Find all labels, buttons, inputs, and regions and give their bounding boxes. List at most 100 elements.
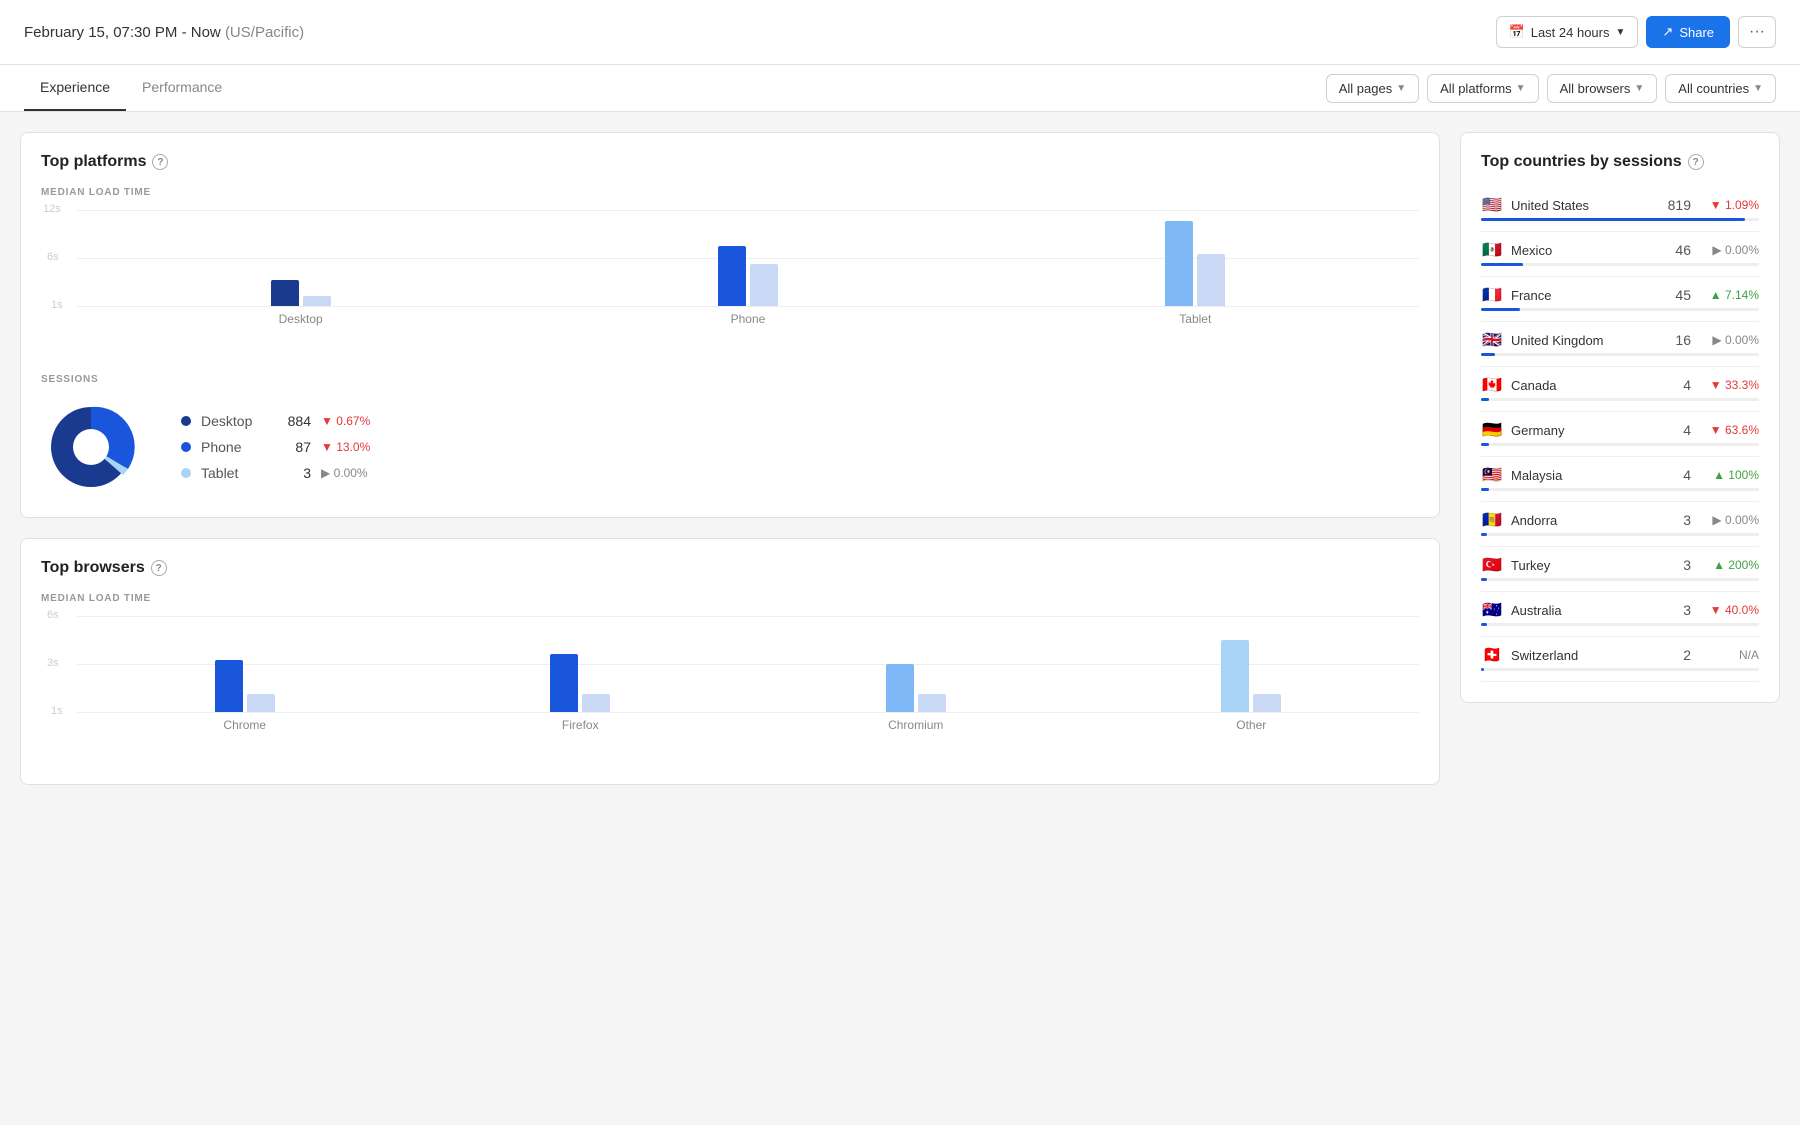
firefox-bar-group: Firefox [550, 654, 610, 732]
browsers-grid-label-3s: 3s [47, 657, 59, 669]
desktop-legend-value: 884 [271, 413, 311, 429]
tab-performance[interactable]: Performance [126, 65, 238, 111]
country-change-fr: ▲ 7.14% [1699, 288, 1759, 302]
country-item-my: 🇲🇾 Malaysia 4 ▲ 100% [1481, 457, 1759, 502]
chevron-down-icon: ▼ [1616, 27, 1626, 38]
country-count-ca: 4 [1667, 377, 1691, 393]
platforms-info-icon[interactable]: ? [152, 154, 168, 170]
top-countries-card: Top countries by sessions ? 🇺🇸 United St… [1460, 132, 1780, 703]
other-label: Other [1236, 718, 1266, 732]
firefox-current-bar [550, 654, 578, 712]
sessions-label: SESSIONS [41, 374, 1419, 385]
top-browsers-title: Top browsers ? [41, 559, 1419, 577]
flag-my: 🇲🇾 [1481, 467, 1503, 483]
phone-prev-bar [750, 264, 778, 306]
filter-pages-label: All pages [1339, 81, 1392, 96]
country-count-au: 3 [1667, 602, 1691, 618]
phone-legend-value: 87 [271, 439, 311, 455]
country-name-ch: Switzerland [1511, 648, 1659, 663]
country-item-ad: 🇦🇩 Andorra 3 ▶ 0.00% [1481, 502, 1759, 547]
tablet-legend-change: ▶ 0.00% [321, 466, 368, 480]
country-change-ch: N/A [1699, 648, 1759, 662]
tablet-legend-name: Tablet [201, 465, 261, 481]
filter-pages[interactable]: All pages ▼ [1326, 74, 1419, 103]
country-name-gb: United Kingdom [1511, 333, 1659, 348]
calendar-icon: 📅 [1509, 24, 1525, 40]
country-list: 🇺🇸 United States 819 ▼ 1.09% 🇲🇽 Mexico 4… [1481, 187, 1759, 682]
flag-au: 🇦🇺 [1481, 602, 1503, 618]
grid-label-12s: 12s [43, 203, 61, 215]
chevron-down-icon: ▼ [1516, 83, 1526, 94]
country-change-tr: ▲ 200% [1699, 558, 1759, 572]
tablet-prev-bar [1197, 254, 1225, 306]
ellipsis-icon: ··· [1749, 23, 1765, 40]
country-name-ca: Canada [1511, 378, 1659, 393]
filter-platforms[interactable]: All platforms ▼ [1427, 74, 1538, 103]
phone-dot [181, 442, 191, 452]
desktop-current-bar [271, 280, 299, 306]
grid-label-6s: 6s [47, 251, 59, 263]
other-current-bar [1221, 640, 1249, 712]
country-change-mx: ▶ 0.00% [1699, 243, 1759, 257]
nav-bar: Experience Performance All pages ▼ All p… [0, 65, 1800, 112]
desktop-prev-bar [303, 296, 331, 306]
flag-fr: 🇫🇷 [1481, 287, 1503, 303]
left-column: Top platforms ? MEDIAN LOAD TIME 12s 6s … [20, 132, 1440, 785]
country-item-tr: 🇹🇷 Turkey 3 ▲ 200% [1481, 547, 1759, 592]
share-button[interactable]: ↗ Share [1646, 16, 1730, 48]
date-range: February 15, 07:30 PM - Now (US/Pacific) [24, 24, 304, 41]
nav-filters: All pages ▼ All platforms ▼ All browsers… [1326, 66, 1776, 111]
top-countries-title: Top countries by sessions ? [1481, 153, 1759, 171]
top-browsers-card: Top browsers ? MEDIAN LOAD TIME 6s 3s 1s [20, 538, 1440, 785]
more-options-button[interactable]: ··· [1738, 16, 1776, 48]
phone-label: Phone [731, 312, 766, 326]
tablet-dot [181, 468, 191, 478]
country-name-ad: Andorra [1511, 513, 1659, 528]
country-item-gb: 🇬🇧 United Kingdom 16 ▶ 0.00% [1481, 322, 1759, 367]
chrome-prev-bar [247, 694, 275, 712]
country-count-us: 819 [1667, 197, 1691, 213]
country-name-us: United States [1511, 198, 1659, 213]
country-item-ca: 🇨🇦 Canada 4 ▼ 33.3% [1481, 367, 1759, 412]
flag-mx: 🇲🇽 [1481, 242, 1503, 258]
country-item-fr: 🇫🇷 France 45 ▲ 7.14% [1481, 277, 1759, 322]
browsers-info-icon[interactable]: ? [151, 560, 167, 576]
country-name-my: Malaysia [1511, 468, 1659, 483]
country-count-ch: 2 [1667, 647, 1691, 663]
filter-browsers[interactable]: All browsers ▼ [1547, 74, 1658, 103]
country-name-fr: France [1511, 288, 1659, 303]
time-range-button[interactable]: 📅 Last 24 hours ▼ [1496, 16, 1639, 48]
country-item-au: 🇦🇺 Australia 3 ▼ 40.0% [1481, 592, 1759, 637]
desktop-legend-name: Desktop [201, 413, 261, 429]
desktop-label: Desktop [279, 312, 323, 326]
country-name-mx: Mexico [1511, 243, 1659, 258]
country-change-us: ▼ 1.09% [1699, 198, 1759, 212]
median-load-label: MEDIAN LOAD TIME [41, 187, 1419, 198]
platforms-bars: Desktop Phone [77, 221, 1419, 326]
legend-desktop: Desktop 884 ▼ 0.67% [181, 413, 370, 429]
flag-gb: 🇬🇧 [1481, 332, 1503, 348]
top-platforms-title: Top platforms ? [41, 153, 1419, 171]
chromium-prev-bar [918, 694, 946, 712]
countries-info-icon[interactable]: ? [1688, 154, 1704, 170]
country-count-de: 4 [1667, 422, 1691, 438]
country-name-tr: Turkey [1511, 558, 1659, 573]
flag-de: 🇩🇪 [1481, 422, 1503, 438]
browsers-bar-chart: 6s 3s 1s Chrome [41, 616, 1419, 756]
phone-bar-group: Phone [718, 246, 778, 326]
filter-platforms-label: All platforms [1440, 81, 1512, 96]
header: February 15, 07:30 PM - Now (US/Pacific)… [0, 0, 1800, 65]
country-change-gb: ▶ 0.00% [1699, 333, 1759, 347]
sessions-section: Desktop 884 ▼ 0.67% Phone 87 ▼ 13.0% Tab… [41, 397, 1419, 497]
browsers-grid-label-6s: 6s [47, 609, 59, 621]
country-count-ad: 3 [1667, 512, 1691, 528]
time-range-label: Last 24 hours [1531, 25, 1610, 40]
legend-phone: Phone 87 ▼ 13.0% [181, 439, 370, 455]
country-change-ca: ▼ 33.3% [1699, 378, 1759, 392]
tab-experience[interactable]: Experience [24, 65, 126, 111]
country-change-ad: ▶ 0.00% [1699, 513, 1759, 527]
filter-countries[interactable]: All countries ▼ [1665, 74, 1776, 103]
browsers-bars: Chrome Firefox [77, 640, 1419, 732]
desktop-dot [181, 416, 191, 426]
desktop-bar-group: Desktop [271, 280, 331, 326]
